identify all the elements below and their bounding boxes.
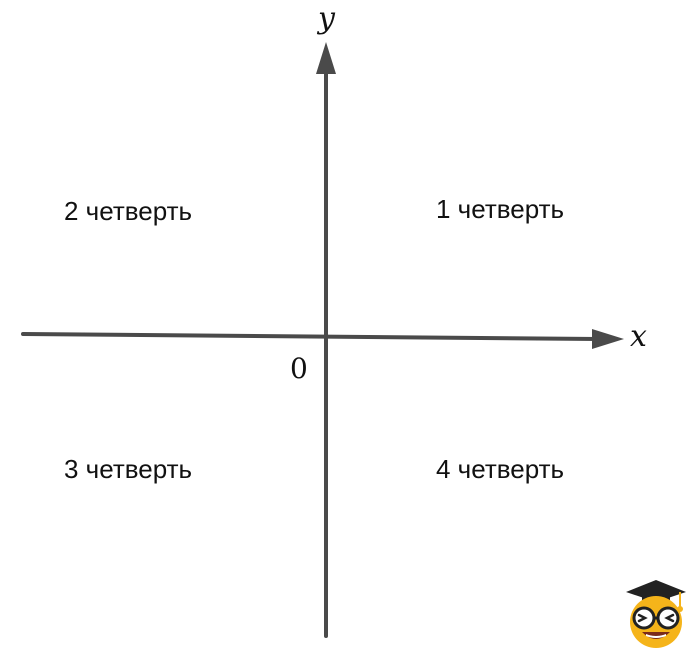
coordinate-plane-diagram: y x 0 2 четверть 1 четверть 3 четверть 4… (0, 0, 699, 670)
quadrant-2-label: 2 четверть (64, 196, 193, 226)
x-axis-label: x (630, 319, 647, 354)
x-axis-arrowhead (592, 329, 624, 349)
y-axis-label: y (318, 1, 335, 36)
quadrant-1-label: 1 четверть (436, 194, 565, 224)
axes-canvas (21, 42, 624, 638)
origin-label: 0 (290, 352, 308, 385)
quadrant-3-label: 3 четверть (64, 454, 193, 484)
quadrant-4-label: 4 четверть (436, 454, 565, 484)
nerd-mascot-icon (626, 580, 686, 648)
y-axis-arrowhead (316, 42, 336, 74)
x-axis-line (21, 332, 600, 341)
